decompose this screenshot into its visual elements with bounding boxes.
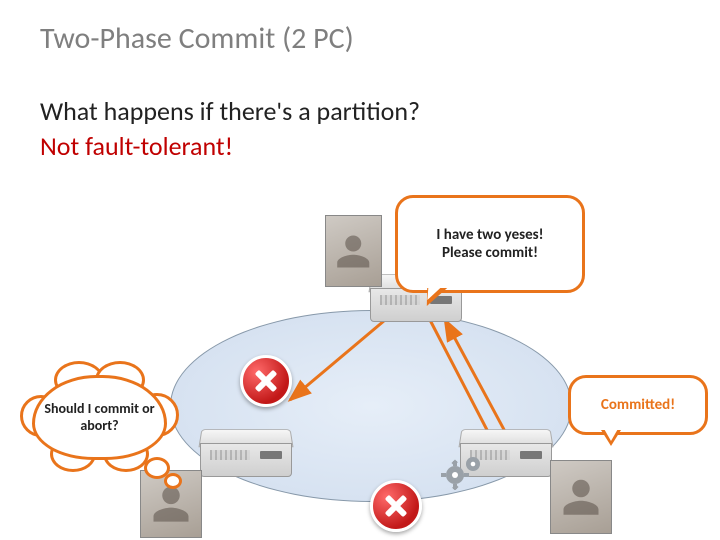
speech-text: Committed!: [601, 396, 675, 414]
thought-bubble-abort: Should I commit or abort?: [32, 375, 167, 460]
gear-icon: [440, 450, 488, 495]
speech-text: I have two yeses! Please commit!: [436, 226, 543, 262]
partition-break-icon: [240, 355, 292, 407]
slide-root: Two-Phase Commit (2 PC) What happens if …: [0, 0, 720, 540]
partition-break-icon: [370, 480, 422, 532]
speech-bubble-committed: Committed!: [568, 375, 708, 435]
slide-title: Two-Phase Commit (2 PC): [40, 20, 354, 57]
slide-subtitle-1: What happens if there's a partition?: [40, 95, 420, 127]
avatar: [325, 215, 382, 287]
server-participant-left: [200, 435, 290, 495]
avatar: [550, 460, 612, 534]
slide-subtitle-2: Not fault-tolerant!: [40, 130, 233, 162]
speech-bubble-coordinator: I have two yeses! Please commit!: [395, 195, 585, 293]
thought-text: Should I commit or abort?: [32, 375, 167, 460]
